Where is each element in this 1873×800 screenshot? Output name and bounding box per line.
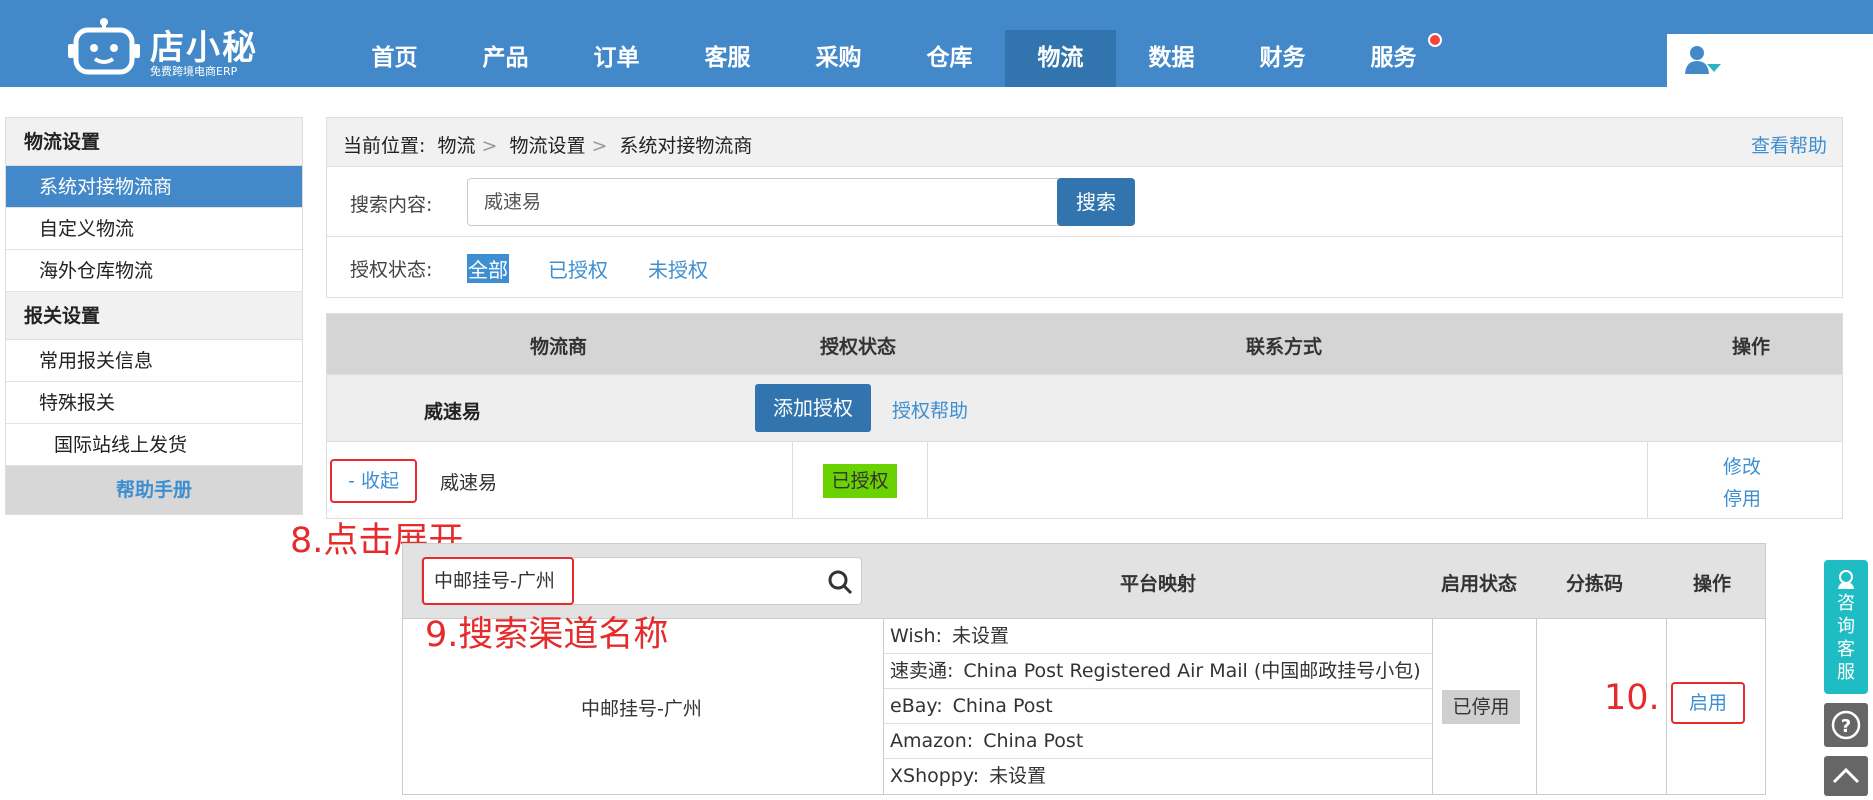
mapping-row-wish: Wish: 未设置 — [884, 619, 1432, 654]
breadcrumb-separator-icon: > — [591, 135, 608, 157]
column-divider — [927, 442, 928, 519]
column-divider — [1536, 619, 1537, 795]
back-to-top-button[interactable] — [1824, 756, 1868, 796]
annotation-step9: 9.搜索渠道名称 — [425, 615, 669, 655]
breadcrumb-item-settings[interactable]: 物流设置 — [509, 135, 585, 157]
sidebar-item-overseas-warehouse[interactable]: 海外仓库物流 — [6, 250, 302, 292]
header-actions: 操作 — [1732, 336, 1771, 358]
nav-item-products[interactable]: 产品 — [450, 30, 561, 87]
search-label: 搜索内容: — [350, 194, 433, 216]
header-carrier: 物流商 — [530, 336, 588, 358]
nav-item-data[interactable]: 数据 — [1116, 30, 1227, 87]
mapping-row-amazon: Amazon: China Post — [884, 724, 1432, 759]
channel-search-input[interactable]: 中邮挂号-广州 — [422, 557, 574, 605]
breadcrumb: 当前位置: 物流 > 物流设置 > 系统对接物流商 — [343, 131, 758, 158]
collapse-toggle-button[interactable]: - 收起 — [330, 459, 417, 503]
carrier-group-row: 威速易 添加授权 授权帮助 — [327, 374, 1842, 441]
edit-link[interactable]: 修改 — [1723, 452, 1761, 479]
sidebar-item-intl-online-shipping[interactable]: 国际站线上发货 — [6, 424, 302, 466]
auth-status-label: 授权状态: — [350, 259, 433, 281]
header-auth-status: 授权状态 — [820, 336, 897, 358]
sidebar-item-custom-logistics[interactable]: 自定义物流 — [6, 208, 302, 250]
sidebar: 物流设置 系统对接物流商 自定义物流 海外仓库物流 报关设置 常用报关信息 特殊… — [5, 117, 303, 515]
nav-item-logistics[interactable]: 物流 — [1005, 30, 1116, 87]
tab-authorized[interactable]: 已授权 — [547, 254, 609, 283]
brand-subtitle: 免费跨境电商ERP — [150, 65, 238, 78]
consult-service-button[interactable]: 咨询客服 — [1824, 560, 1868, 694]
filter-panel: 搜索内容: 威速易 搜索 授权状态: 全部 已授权 未授权 — [326, 167, 1843, 298]
notification-dot — [1428, 33, 1442, 47]
table-row: - 收起 威速易 已授权 修改 停用 — [327, 441, 1842, 519]
channel-name: 中邮挂号-广州 — [581, 698, 702, 720]
mapping-row-xshoppy: XShoppy: 未设置 — [890, 765, 1047, 787]
breadcrumb-item-logistics[interactable]: 物流 — [437, 135, 475, 157]
breadcrumb-separator-icon: > — [481, 135, 498, 157]
disable-link[interactable]: 停用 — [1723, 484, 1761, 511]
tab-all[interactable]: 全部 — [467, 254, 509, 283]
header-enable-status: 启用状态 — [1441, 573, 1518, 595]
nav-item-warehouse[interactable]: 仓库 — [894, 30, 1005, 87]
auth-status-row: 授权状态: 全部 已授权 未授权 — [327, 237, 1842, 297]
brand-name: 店小秘 — [150, 28, 258, 68]
authorization-help-link[interactable]: 授权帮助 — [892, 396, 968, 423]
annotation-step10: 10. — [1604, 678, 1660, 718]
carrier-table: 物流商 授权状态 联系方式 操作 威速易 添加授权 授权帮助 - 收起 威速易 … — [326, 313, 1843, 519]
main-nav: 首页 产品 订单 客服 采购 仓库 物流 数据 财务 服务 — [339, 30, 1449, 87]
add-authorization-button[interactable]: 添加授权 — [755, 384, 871, 432]
header-platform-mapping: 平台映射 — [1120, 573, 1197, 595]
nav-item-home[interactable]: 首页 — [339, 30, 450, 87]
enable-button[interactable]: 启用 — [1671, 682, 1745, 724]
tab-unauthorized[interactable]: 未授权 — [647, 254, 709, 283]
row-carrier-name: 威速易 — [440, 472, 498, 494]
column-divider — [1647, 442, 1648, 519]
robot-logo-icon — [68, 18, 140, 75]
authorized-badge: 已授权 — [823, 464, 897, 498]
nav-item-purchase[interactable]: 采购 — [783, 30, 894, 87]
sidebar-group-customs-settings: 报关设置 — [6, 292, 302, 340]
mapping-row-aliexpress: 速卖通: China Post Registered Air Mail (中国邮政… — [884, 654, 1432, 689]
breadcrumb-item-current: 系统对接物流商 — [619, 135, 753, 157]
breadcrumb-bar: 当前位置: 物流 > 物流设置 > 系统对接物流商 查看帮助 — [326, 117, 1843, 167]
column-divider — [1666, 619, 1667, 795]
disabled-badge: 已停用 — [1442, 690, 1520, 724]
sidebar-help-manual[interactable]: 帮助手册 — [6, 466, 302, 514]
column-divider — [792, 442, 793, 519]
sidebar-group-logistics-settings: 物流设置 — [6, 118, 302, 166]
user-icon — [1685, 46, 1721, 74]
search-input[interactable]: 威速易 — [467, 178, 1085, 226]
header-contact: 联系方式 — [1246, 336, 1323, 358]
chevron-up-icon — [1832, 767, 1860, 784]
carrier-group-name: 威速易 — [424, 401, 482, 423]
breadcrumb-prefix: 当前位置: — [343, 135, 426, 157]
channel-search-box[interactable]: 中邮挂号-广州 — [421, 557, 862, 605]
header-channel-actions: 操作 — [1693, 573, 1732, 595]
search-icon[interactable] — [827, 569, 853, 595]
channel-table: 中邮挂号-广州 平台映射 启用状态 分拣码 操作 中邮挂号-广州 Wish: 未设… — [402, 543, 1766, 795]
logo[interactable]: 店小秘 免费跨境电商ERP — [68, 8, 268, 78]
auth-status-tabs: 全部 已授权 未授权 — [467, 254, 747, 283]
question-icon: ? — [1831, 710, 1861, 740]
customer-service-icon — [1838, 570, 1854, 589]
view-help-link[interactable]: 查看帮助 — [1751, 131, 1827, 158]
help-float-button[interactable]: ? — [1824, 703, 1868, 747]
search-row: 搜索内容: 威速易 搜索 — [327, 167, 1842, 237]
nav-item-orders[interactable]: 订单 — [561, 30, 672, 87]
sidebar-item-special-customs[interactable]: 特殊报关 — [6, 382, 302, 424]
top-navbar: 店小秘 免费跨境电商ERP 首页 产品 订单 客服 采购 仓库 物流 数据 财务… — [0, 0, 1873, 87]
sidebar-item-system-carriers[interactable]: 系统对接物流商 — [6, 166, 302, 208]
sidebar-item-common-customs[interactable]: 常用报关信息 — [6, 340, 302, 382]
main-content: 当前位置: 物流 > 物流设置 > 系统对接物流商 查看帮助 搜索内容: 威速易 搜… — [326, 117, 1843, 519]
header-sort-code: 分拣码 — [1566, 573, 1624, 595]
search-button[interactable]: 搜索 — [1057, 178, 1135, 226]
table-header: 物流商 授权状态 联系方式 操作 — [327, 314, 1842, 374]
nav-item-finance[interactable]: 财务 — [1227, 30, 1338, 87]
consult-service-label: 咨询客服 — [1837, 593, 1855, 683]
platform-mapping-list: Wish: 未设置 速卖通: China Post Registered Air M… — [883, 619, 1433, 795]
svg-text:?: ? — [1841, 716, 1851, 737]
mapping-row-ebay: eBay: China Post — [884, 689, 1432, 724]
user-menu[interactable] — [1667, 34, 1873, 87]
nav-item-customer-service[interactable]: 客服 — [672, 30, 783, 87]
